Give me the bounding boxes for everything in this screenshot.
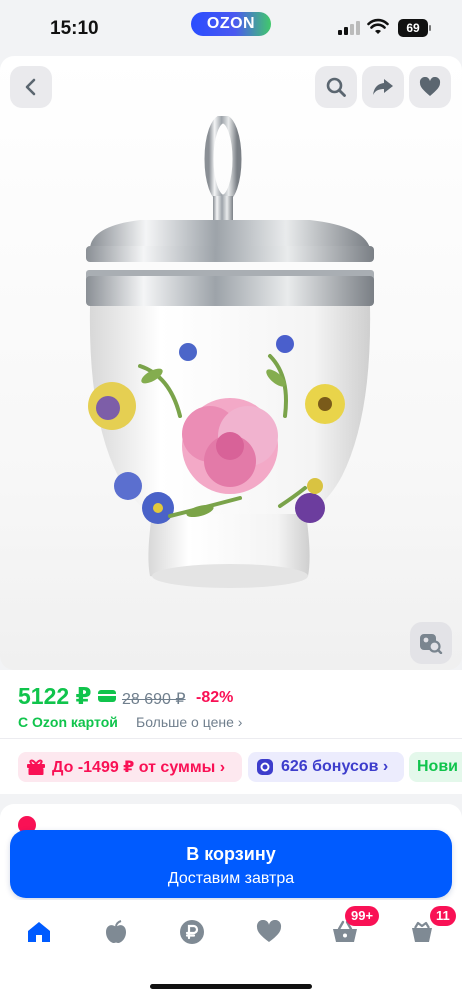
nav-home[interactable] [19,916,59,948]
search-button[interactable] [315,66,357,108]
cellular-signal-icon [338,21,360,35]
status-bar: 15:10 OZON 69 [0,0,462,56]
price-section: 5122 ₽ 28 690 ₽ -82% С Ozon картой Больш… [0,670,462,738]
home-icon [28,922,50,942]
favorite-button[interactable] [409,66,451,108]
section-divider [0,794,462,804]
search-icon [326,77,346,97]
ruble-icon [180,920,204,944]
promo-chip-bonus[interactable]: 626 бонусов › [248,752,404,782]
home-indicator [150,984,312,989]
current-price: 5122 ₽ [18,683,92,709]
more-about-price-link[interactable]: Больше о цене › [136,714,242,730]
nav-payments[interactable] [172,916,212,948]
wifi-icon [367,18,389,34]
promo-chip-label: Нови [417,758,458,775]
photo-search-button[interactable] [410,622,452,664]
ozon-card-label: С Ozon картой [18,714,118,730]
heart-icon [419,77,441,96]
heart-icon [256,920,282,942]
product-photo [86,116,374,588]
fresh-apple-icon [106,920,126,943]
delivery-info-label: Доставим завтра [167,870,295,887]
promo-chip-label: До -1499 ₽ от суммы › [52,759,226,776]
chevron-left-icon [25,78,36,96]
profile-count-badge: 11 [430,906,456,926]
bonus-icon [257,759,273,775]
share-icon [373,79,393,95]
back-button[interactable] [10,66,52,108]
promo-chip-discount[interactable]: До -1499 ₽ от суммы › [18,752,242,782]
product-image-gallery[interactable] [0,56,462,670]
add-to-cart-button[interactable]: В корзину Доставим завтра [10,830,452,898]
nav-profile[interactable]: 11 [402,906,456,948]
add-to-cart-label: В корзину [186,844,276,864]
cart-count-badge: 99+ [345,906,380,926]
old-price: 28 690 ₽ [122,691,186,708]
profile-icon [412,921,432,942]
discount-percent: -82% [196,689,234,706]
nav-fresh[interactable] [96,916,136,948]
nav-cart[interactable]: 99+ [325,906,380,948]
ozon-app-badge[interactable]: OZON [191,12,271,36]
status-time: 15:10 [50,18,99,39]
promo-chip-label: 626 бонусов › [281,758,389,775]
promo-chip-new[interactable]: Нови [409,752,462,782]
bottom-navigation: 99+ 11 [0,900,462,1000]
image-search-icon [420,634,443,654]
share-button[interactable] [362,66,404,108]
gift-icon [27,759,45,775]
nav-favorites[interactable] [249,916,289,948]
promo-chips-row[interactable]: До -1499 ₽ от суммы › 626 бонусов › Нови [0,738,462,795]
battery-indicator: 69 [398,19,428,37]
ozon-card-icon [98,690,116,702]
battery-tip [429,25,431,31]
